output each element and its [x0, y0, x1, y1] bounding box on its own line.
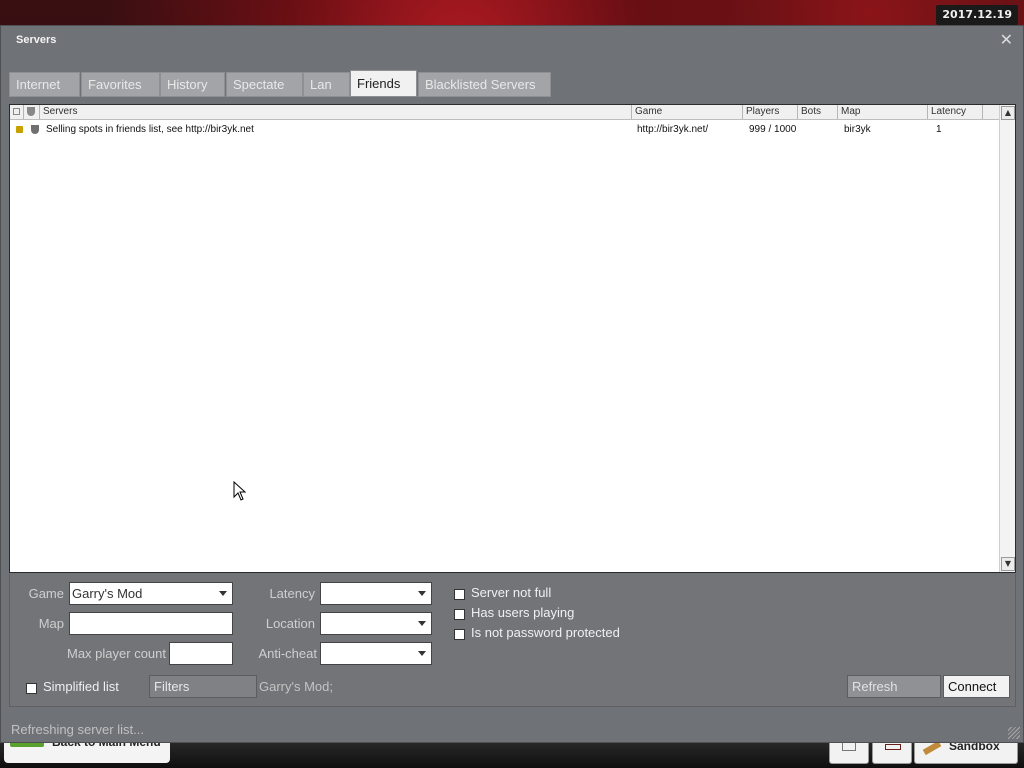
server-not-full-label: Server not full [471, 585, 552, 600]
filters-button[interactable]: Filters [149, 675, 257, 698]
bookmark-tool-button[interactable] [829, 741, 869, 764]
lock-icon [13, 122, 23, 138]
game-label: Game [28, 586, 64, 601]
chevron-down-icon [418, 621, 426, 626]
max-player-count-label: Max player count [67, 646, 166, 661]
flag-tool-button[interactable] [872, 742, 912, 764]
col-servers[interactable]: Servers [40, 105, 632, 119]
anticheat-label: Anti-cheat [258, 646, 317, 661]
col-latency[interactable]: Latency [928, 105, 983, 119]
tab-favorites[interactable]: Favorites [81, 72, 160, 97]
map-label: Map [38, 616, 64, 631]
col-bots[interactable]: Bots [798, 105, 838, 119]
server-list[interactable]: Servers Game Players Bots Map Latency Se… [9, 104, 1016, 573]
col-game[interactable]: Game [632, 105, 743, 119]
col-secure-header[interactable] [24, 105, 40, 119]
list-scrollbar[interactable]: ▲ ▼ [999, 105, 1015, 572]
tab-friends[interactable]: Friends [350, 70, 417, 97]
lock-icon [13, 108, 20, 115]
filter-summary: Garry's Mod; [259, 679, 333, 694]
tab-blacklisted-servers[interactable]: Blacklisted Servers [418, 72, 551, 97]
max-player-count-input[interactable] [169, 642, 233, 665]
servers-window: Servers ✕ Internet Favorites History Spe… [0, 25, 1024, 743]
shield-icon [28, 122, 39, 139]
location-dropdown[interactable] [320, 612, 432, 635]
simplified-list-label: Simplified list [43, 679, 119, 694]
tab-lan[interactable]: Lan [303, 72, 350, 97]
latency-label: Latency [269, 586, 315, 601]
col-lock-header[interactable] [10, 105, 24, 119]
simplified-list-checkbox[interactable] [26, 683, 37, 694]
server-players: 999 / 1000 [749, 124, 797, 135]
connect-button[interactable]: Connect [943, 675, 1010, 698]
chevron-down-icon [219, 591, 227, 596]
scroll-down-icon[interactable]: ▼ [1001, 557, 1015, 571]
resize-grip-icon[interactable] [1008, 727, 1020, 739]
tab-history[interactable]: History [160, 72, 225, 97]
col-map[interactable]: Map [838, 105, 928, 119]
map-input[interactable] [69, 612, 233, 635]
location-label: Location [265, 616, 315, 631]
sandbox-button[interactable]: Sandbox [914, 739, 1018, 764]
filter-panel: Game Garry's Mod Map Max player count La… [9, 574, 1016, 707]
has-users-playing-label: Has users playing [471, 605, 575, 620]
mouse-cursor-icon [233, 481, 247, 501]
not-password-protected-label: Is not password protected [471, 625, 620, 640]
server-not-full-checkbox[interactable] [454, 589, 465, 600]
latency-dropdown[interactable] [320, 582, 432, 605]
server-name: Selling spots in friends list, see http:… [46, 124, 254, 135]
not-password-protected-checkbox[interactable] [454, 629, 465, 640]
game-dropdown[interactable]: Garry's Mod [69, 582, 233, 605]
status-text: Refreshing server list... [11, 722, 144, 737]
chevron-down-icon [418, 591, 426, 596]
table-row[interactable]: Selling spots in friends list, see http:… [10, 122, 999, 137]
server-game: http://bir3yk.net/ [637, 124, 709, 135]
list-header: Servers Game Players Bots Map Latency [10, 105, 999, 120]
tab-internet[interactable]: Internet [9, 72, 80, 97]
server-latency: 1 [936, 124, 942, 135]
scroll-up-icon[interactable]: ▲ [1001, 106, 1015, 120]
refresh-button[interactable]: Refresh [847, 675, 941, 698]
tab-bar: Internet Favorites History Spectate Lan … [9, 70, 1019, 97]
server-map: bir3yk [844, 124, 871, 135]
col-players[interactable]: Players [743, 105, 798, 119]
close-icon[interactable]: ✕ [1000, 32, 1013, 48]
wrench-icon [922, 740, 942, 756]
has-users-playing-checkbox[interactable] [454, 609, 465, 620]
window-title: Servers [16, 34, 57, 46]
anticheat-dropdown[interactable] [320, 642, 432, 665]
shield-icon [27, 107, 35, 116]
date-badge: 2017.12.19 [936, 5, 1018, 25]
chevron-down-icon [418, 651, 426, 656]
game-dropdown-value: Garry's Mod [72, 586, 143, 601]
flag-icon [885, 744, 901, 750]
tab-spectate[interactable]: Spectate [226, 72, 303, 97]
